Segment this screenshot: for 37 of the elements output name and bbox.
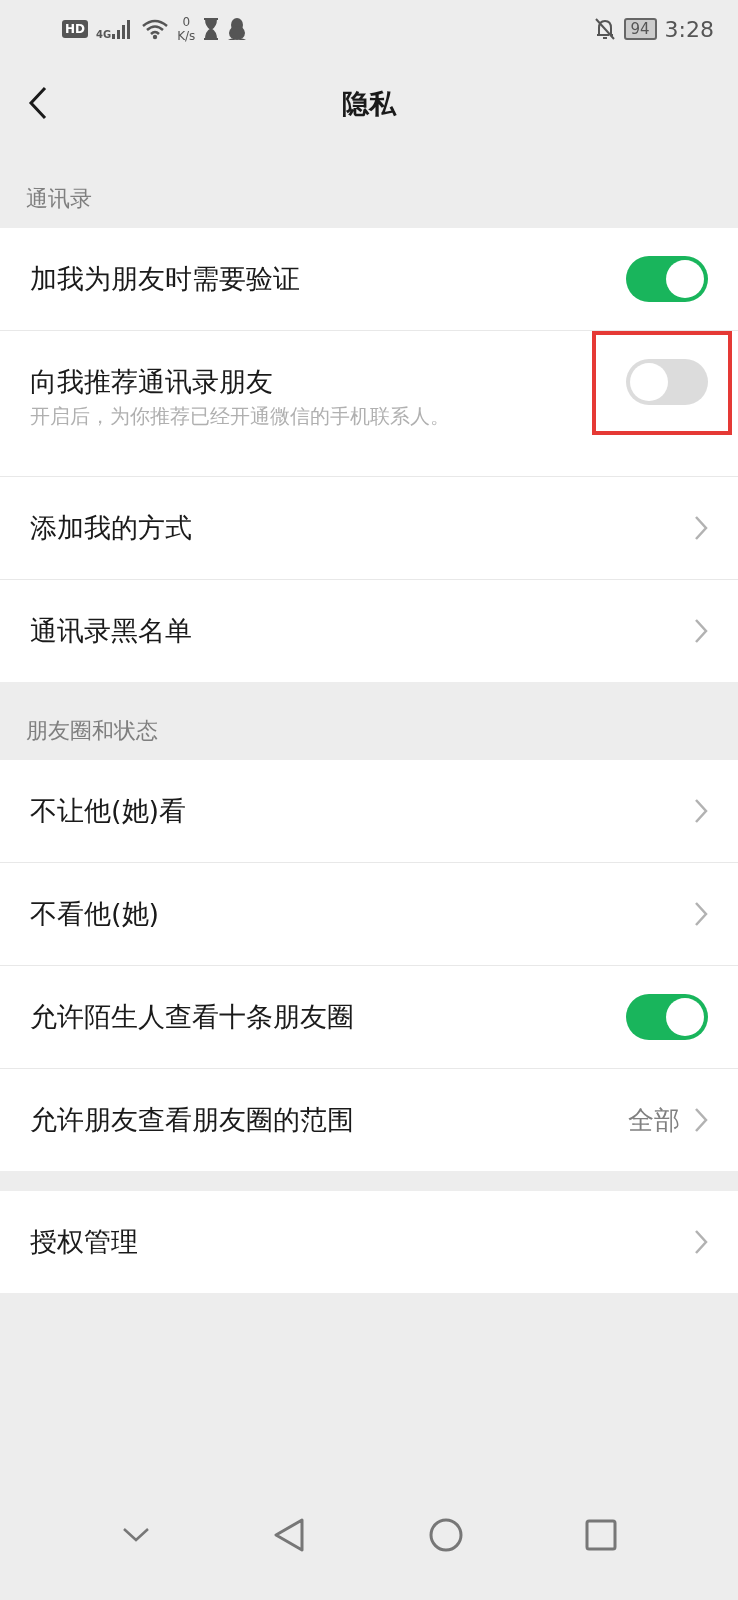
wifi-icon: [141, 18, 170, 40]
setting-value: 全部: [628, 1103, 680, 1137]
speed-unit: K/s: [177, 29, 196, 43]
speed-value: 0: [182, 15, 191, 29]
penguin-icon: [227, 17, 248, 41]
toggle-switch[interactable]: [626, 256, 708, 302]
chevron-icon: [694, 515, 708, 541]
recents-square-icon[interactable]: [585, 1519, 618, 1551]
setting-label: 添加我的方式: [30, 511, 192, 545]
setting-label: 通讯录黑名单: [30, 614, 192, 648]
setting-label: 不看他(她): [30, 897, 160, 931]
muted-bell-icon: [593, 17, 616, 41]
chevron-icon: [694, 798, 708, 824]
section-label: 朋友圈和状态: [25, 717, 159, 745]
status-time: 3:28: [664, 16, 714, 42]
chevron-icon: [694, 618, 708, 644]
network-type: 4G: [96, 29, 112, 40]
setting-description: 开启后，为你推荐已经开通微信的手机联系人。: [30, 403, 451, 430]
setting-label: 允许朋友查看朋友圈的范围: [30, 1103, 354, 1137]
toggle-switch[interactable]: [626, 994, 708, 1040]
chevron-icon: [694, 1107, 708, 1133]
back-icon[interactable]: [28, 86, 48, 120]
page-title: 隐私: [342, 87, 396, 121]
setting-label: 授权管理: [30, 1225, 138, 1259]
battery-indicator: 94: [623, 18, 657, 40]
setting-label: 向我推荐通讯录朋友: [30, 365, 273, 399]
back-triangle-icon[interactable]: [272, 1517, 307, 1553]
home-circle-icon[interactable]: [427, 1517, 464, 1553]
toggle-switch[interactable]: [626, 359, 708, 405]
section-label: 通讯录: [25, 185, 93, 213]
chevron-icon: [694, 1229, 708, 1255]
chevron-icon: [694, 901, 708, 927]
hd-badge: HD: [62, 20, 88, 38]
setting-label: 加我为朋友时需要验证: [30, 262, 300, 296]
setting-label: 不让他(她)看: [30, 794, 187, 828]
setting-label: 允许陌生人查看十条朋友圈: [30, 1000, 354, 1034]
hourglass-icon: [203, 18, 220, 40]
